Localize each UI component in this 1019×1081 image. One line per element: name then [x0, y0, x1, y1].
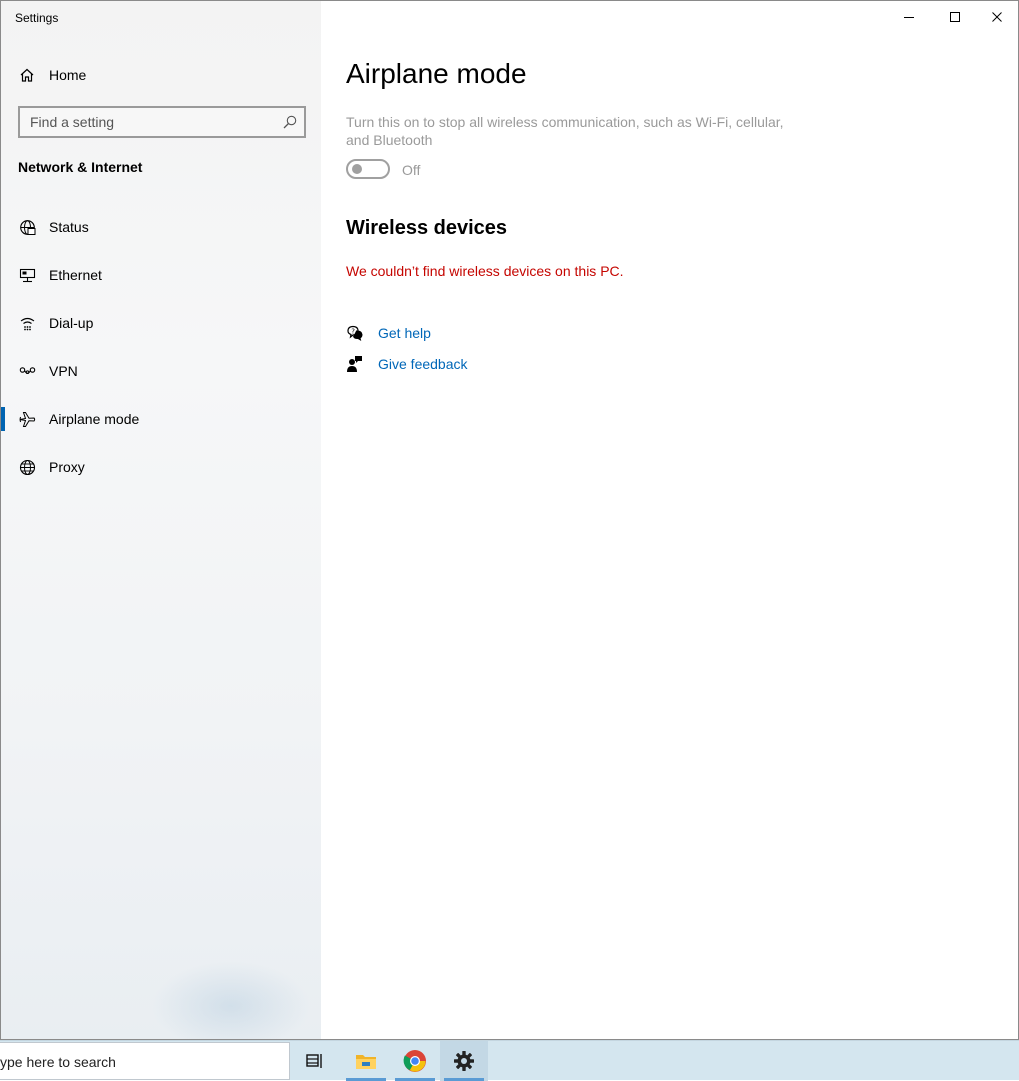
airplane-mode-toggle[interactable] [346, 159, 390, 179]
get-help-icon: ? [346, 324, 364, 342]
give-feedback-label: Give feedback [378, 356, 468, 372]
sidebar-item-dial-up[interactable]: Dial-up [1, 299, 321, 347]
section-title: Network & Internet [18, 159, 143, 175]
sidebar: Settings Home Network & Internet Status [1, 1, 321, 1039]
search-box [18, 106, 306, 138]
taskbar-search-placeholder: ype here to search [0, 1054, 116, 1070]
sidebar-item-label: VPN [49, 363, 78, 379]
close-icon [992, 12, 1002, 22]
search-input[interactable] [20, 108, 276, 136]
maximize-icon [950, 12, 960, 22]
toggle-knob [352, 164, 362, 174]
app-title: Settings [15, 11, 59, 25]
sidebar-item-airplane-mode[interactable]: Airplane mode [1, 395, 321, 443]
sidebar-item-label: Ethernet [49, 267, 102, 283]
sidebar-item-label: Airplane mode [49, 411, 140, 427]
file-explorer-icon [356, 1055, 376, 1069]
sidebar-item-label: Status [49, 219, 89, 235]
sidebar-item-ethernet[interactable]: Ethernet [1, 251, 321, 299]
chrome-icon [403, 1050, 426, 1072]
settings-taskbar-button[interactable] [440, 1041, 488, 1081]
sidebar-item-label: Proxy [49, 459, 85, 475]
close-button[interactable] [974, 1, 1018, 33]
task-view-button[interactable] [291, 1041, 339, 1081]
minimize-button[interactable] [886, 1, 932, 33]
vpn-icon [18, 362, 36, 380]
sidebar-item-home[interactable]: Home [1, 59, 321, 91]
sidebar-nav: Status Ethernet Dial-up VPN Airplane mod… [1, 203, 321, 491]
maximize-button[interactable] [932, 1, 978, 33]
give-feedback-link[interactable]: Give feedback [346, 353, 476, 375]
chrome-taskbar-button[interactable] [391, 1041, 439, 1081]
search-icon[interactable] [282, 114, 298, 130]
sidebar-item-label: Dial-up [49, 315, 94, 331]
give-feedback-icon [346, 355, 364, 373]
airplane-icon [18, 410, 36, 428]
toggle-state-label: Off [402, 162, 421, 178]
status-globe-icon [18, 218, 36, 236]
task-view-icon [306, 1054, 322, 1068]
get-help-label: Get help [378, 325, 431, 341]
svg-text:?: ? [351, 327, 355, 335]
sidebar-item-status[interactable]: Status [1, 203, 321, 251]
taskbar-search-box[interactable]: ype here to search [0, 1042, 290, 1080]
minimize-icon [904, 17, 914, 18]
get-help-link[interactable]: ? Get help [346, 322, 446, 344]
airplane-mode-description: Turn this on to stop all wireless commun… [346, 114, 784, 148]
page-title: Airplane mode [346, 58, 527, 89]
ethernet-icon [18, 266, 36, 284]
dial-up-icon [18, 314, 36, 332]
wireless-error-message: We couldn’t find wireless devices on thi… [346, 263, 624, 279]
settings-window: Settings Home Network & Internet Status [0, 0, 1019, 1040]
wireless-devices-title: Wireless devices [346, 217, 508, 239]
sidebar-item-vpn[interactable]: VPN [1, 347, 321, 395]
file-explorer-taskbar-button[interactable] [342, 1041, 390, 1081]
taskbar: ype here to search [0, 1040, 1019, 1081]
settings-gear-icon [454, 1051, 474, 1071]
sidebar-item-proxy[interactable]: Proxy [1, 443, 321, 491]
home-icon [18, 66, 36, 84]
sidebar-item-label: Home [49, 67, 87, 83]
proxy-globe-icon [18, 458, 36, 476]
